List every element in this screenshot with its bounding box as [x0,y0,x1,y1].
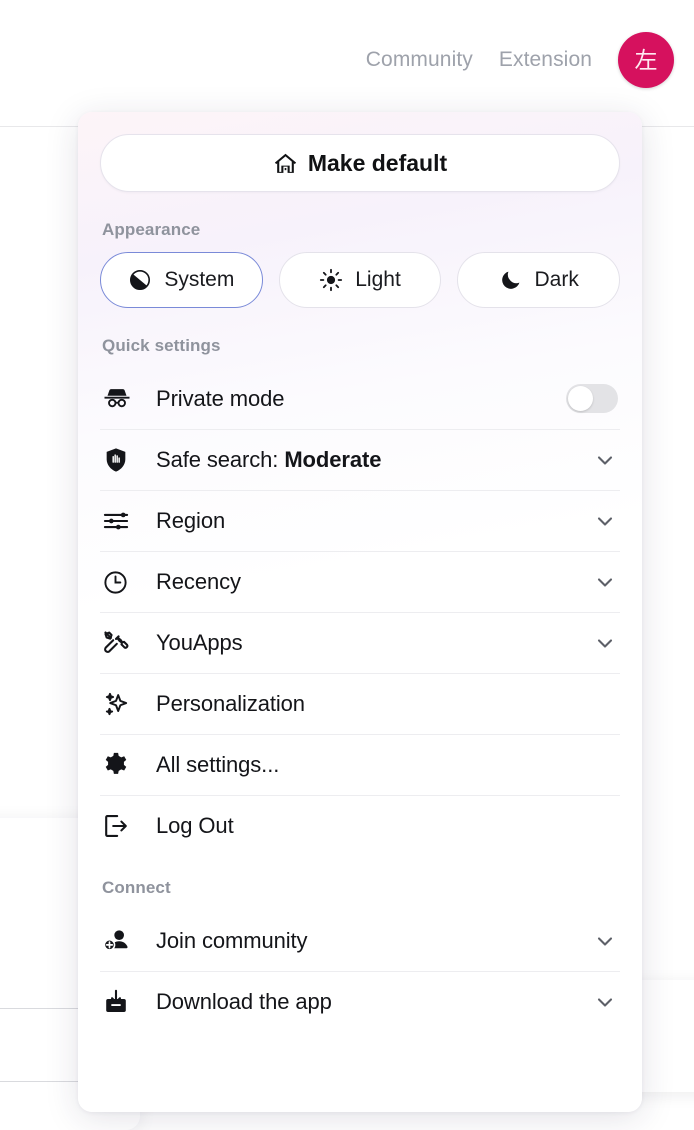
nav-extension[interactable]: Extension [499,48,592,72]
row-private-mode-label: Private mode [156,385,285,411]
row-region-label: Region [156,508,226,533]
theme-option-dark[interactable]: Dark [457,252,621,308]
theme-option-dark-label: Dark [534,268,579,291]
make-default-button[interactable]: Make default [100,134,620,192]
row-log-out-label: Log Out [156,813,234,838]
home-icon [273,151,298,176]
avatar[interactable]: 左 [618,32,674,88]
row-log-out[interactable]: Log Out [100,795,620,856]
private-mode-toggle[interactable] [566,384,618,413]
clock-icon [102,569,142,596]
incognito-hat-icon [102,384,142,414]
quick-settings-list: Private mode Safe search: Moderate Regio… [100,368,620,856]
row-all-settings[interactable]: All settings... [100,734,620,795]
theme-options: System Light Dark [100,252,621,308]
row-personalization-label: Personalization [156,691,305,716]
sliders-icon [102,507,142,535]
row-recency-label: Recency [156,569,241,594]
toggle-knob [568,386,593,411]
make-default-label: Make default [307,149,448,176]
shield-hand-icon [102,446,142,474]
row-download-app[interactable]: Download the app [100,971,620,1032]
nav-community[interactable]: Community [366,48,473,72]
row-all-settings-label: All settings... [156,752,280,777]
moon-icon [499,268,523,292]
row-recency[interactable]: Recency [100,551,620,612]
chevron-down-icon[interactable] [590,631,620,655]
download-icon [102,988,142,1016]
theme-option-system-label: System [164,268,235,291]
chevron-down-icon[interactable] [590,990,620,1014]
app-root: Community Extension 左 ani Cont Make defa… [0,0,694,1130]
chevron-down-icon[interactable] [590,509,620,533]
theme-option-light[interactable]: Light [278,252,442,308]
row-youapps-label: YouApps [156,630,243,655]
gear-icon [102,751,142,779]
sun-icon [319,268,343,292]
theme-option-system[interactable]: System [100,252,263,308]
chevron-down-icon[interactable] [590,448,620,472]
chevron-down-icon[interactable] [590,570,620,594]
row-download-app-label: Download the app [156,989,332,1014]
row-join-community-label: Join community [156,927,308,953]
row-region[interactable]: Region [100,490,620,551]
row-personalization[interactable]: Personalization [100,673,620,734]
row-join-community[interactable]: Join community [100,910,620,971]
appearance-section-label: Appearance [102,220,201,239]
chevron-down-icon[interactable] [590,929,620,953]
contrast-circle-icon [128,268,152,292]
logout-icon [102,812,142,840]
quick-settings-section-label: Quick settings [102,336,221,355]
row-safe-search[interactable]: Safe search: Moderate [100,429,620,490]
site-header: Community Extension 左 [0,0,694,127]
account-dropdown-menu: Make default Appearance System Light Dar… [78,112,642,1112]
tools-icon [102,629,142,657]
theme-option-light-label: Light [355,268,401,291]
row-youapps[interactable]: YouApps [100,612,620,673]
connect-list: Join community Download the app [100,910,620,1032]
row-private-mode[interactable]: Private mode [100,368,620,429]
user-plus-icon [102,926,142,955]
row-safe-search-label: Safe search: Moderate [156,447,382,472]
connect-section-label: Connect [102,878,171,897]
sparkle-icon [102,690,142,719]
header-nav: Community Extension 左 [366,32,674,88]
